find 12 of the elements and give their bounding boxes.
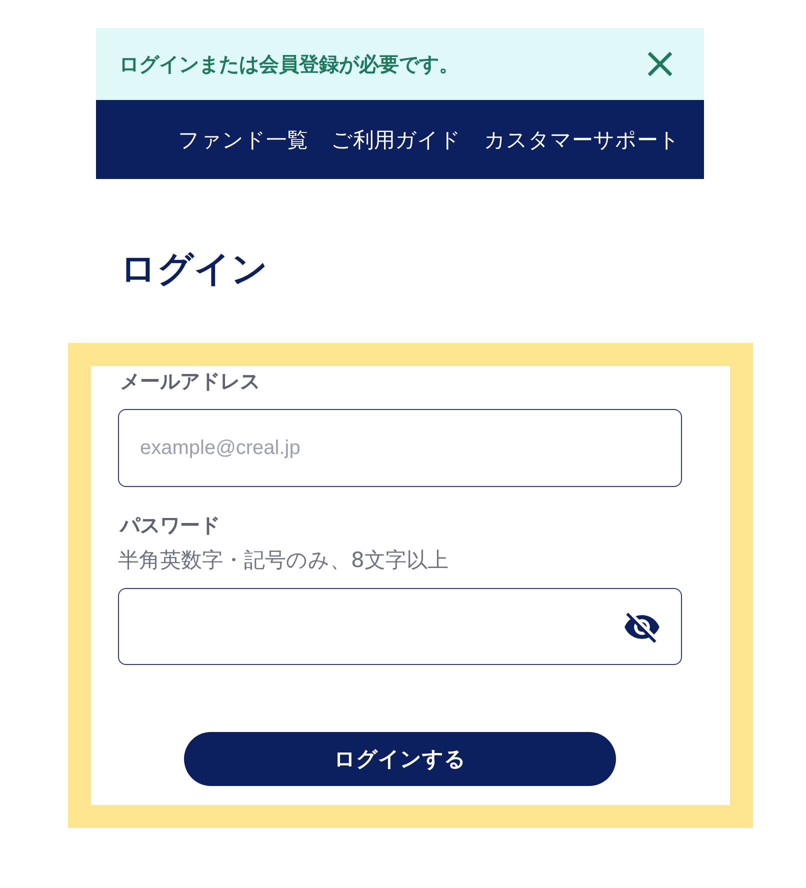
password-field[interactable] (118, 588, 682, 665)
nav-link[interactable]: ファンド一覧 (178, 128, 308, 153)
nav-link[interactable]: ご利用ガイド (331, 128, 461, 153)
field-label: パスワード (120, 513, 221, 537)
notice-message: ログインまたは会員登録が必要です。 (119, 51, 459, 77)
login-button[interactable]: ログインする (184, 732, 616, 786)
field-label: メールアドレス (120, 369, 261, 393)
close-icon[interactable] (647, 51, 673, 77)
email-field[interactable]: example@creal.jp (118, 409, 682, 487)
nav-link[interactable]: カスタマーサポート (484, 128, 680, 153)
page-title: ログイン (120, 248, 269, 292)
password-hint: 半角英数字・記号のみ、8文字以上 (118, 547, 450, 573)
